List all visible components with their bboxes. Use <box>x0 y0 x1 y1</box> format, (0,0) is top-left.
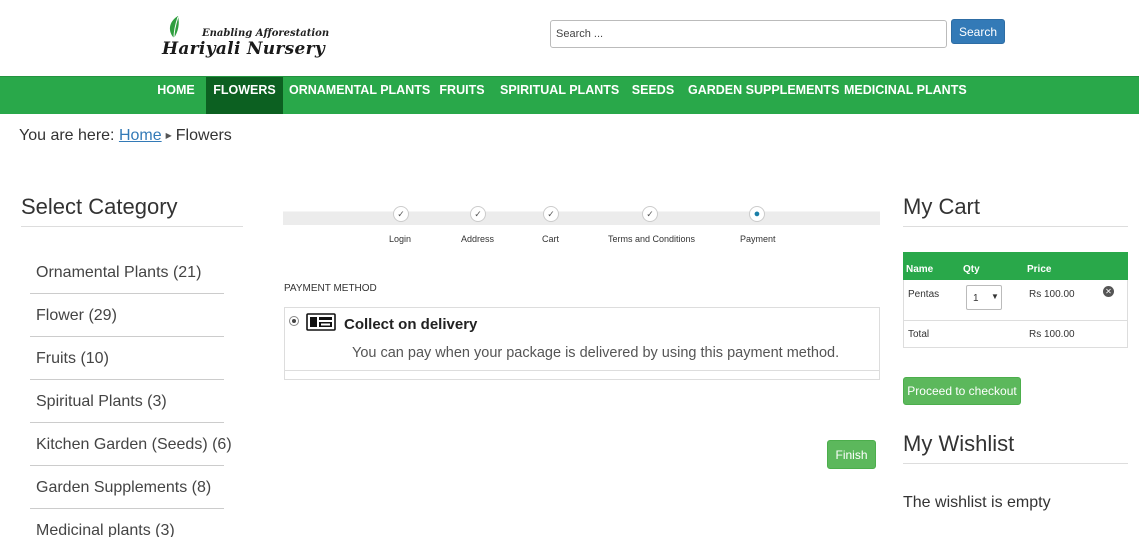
step-label-terms[interactable]: Terms and Conditions <box>608 234 695 244</box>
category-item-ornamental-plants[interactable]: Ornamental Plants (21) <box>30 251 224 294</box>
logo-tagline: Enabling Afforestation <box>202 28 330 39</box>
cart-col-price: Price <box>1027 264 1052 275</box>
breadcrumb-current: Flowers <box>175 127 232 144</box>
nav-item-garden-supplements[interactable]: GARDEN SUPPLEMENTS <box>688 77 839 114</box>
nav-item-spiritual-plants[interactable]: SPIRITUAL PLANTS <box>500 77 619 114</box>
breadcrumb-prefix: You are here: <box>19 127 115 144</box>
payment-option-radio[interactable] <box>289 316 299 326</box>
cart-item-price: Rs 100.00 <box>1029 289 1075 300</box>
breadcrumb-home-link[interactable]: Home <box>119 127 162 144</box>
nav-item-seeds[interactable]: SEEDS <box>627 77 679 114</box>
category-title-divider <box>21 226 243 227</box>
cart-qty-select[interactable]: 1 ▼ <box>966 285 1002 310</box>
cart-col-qty: Qty <box>963 264 980 275</box>
breadcrumb: You are here: Home ▶ Flowers <box>19 127 232 145</box>
main-nav: HOME FLOWERS ORNAMENTAL PLANTS FRUITS SP… <box>0 76 1139 114</box>
payment-option-description: You can pay when your package is deliver… <box>352 345 840 361</box>
step-address-check-icon: ✓ <box>470 206 486 222</box>
payment-box-divider <box>285 370 879 371</box>
nav-item-home[interactable]: HOME <box>152 77 200 114</box>
category-item-medicinal-plants[interactable]: Medicinal plants (3) <box>30 509 224 537</box>
site-header: Enabling Afforestation Hariyali Nursery … <box>0 0 1139 76</box>
category-list: Ornamental Plants (21) Flower (29) Fruit… <box>30 251 232 537</box>
cash-on-delivery-icon <box>306 313 336 331</box>
nav-item-medicinal-plants[interactable]: MEDICINAL PLANTS <box>844 77 967 114</box>
logo-name: Hariyali Nursery <box>162 39 326 59</box>
nav-item-ornamental-plants[interactable]: ORNAMENTAL PLANTS <box>289 77 430 114</box>
category-item-garden-supplements[interactable]: Garden Supplements (8) <box>30 466 224 509</box>
finish-button[interactable]: Finish <box>827 440 876 469</box>
site-logo[interactable]: Enabling Afforestation Hariyali Nursery <box>160 14 329 66</box>
wishlist-empty-text: The wishlist is empty <box>903 494 1051 511</box>
cart-title: My Cart <box>903 194 980 219</box>
cart-col-name: Name <box>906 264 934 275</box>
search-button[interactable]: Search <box>951 19 1005 44</box>
proceed-to-checkout-button[interactable]: Proceed to checkout <box>903 377 1021 405</box>
cart-total-divider <box>904 320 1127 321</box>
step-label-payment: Payment <box>740 234 776 244</box>
nav-item-fruits[interactable]: FRUITS <box>434 77 490 114</box>
cart-table-header: Name Qty Price <box>903 252 1128 280</box>
category-item-spiritual-plants[interactable]: Spiritual Plants (3) <box>30 380 224 423</box>
search-input[interactable] <box>550 20 947 48</box>
step-label-cart[interactable]: Cart <box>542 234 559 244</box>
nav-item-flowers[interactable]: FLOWERS <box>206 77 283 114</box>
step-label-address[interactable]: Address <box>461 234 494 244</box>
wishlist-title-divider <box>903 463 1128 464</box>
cart-qty-value: 1 <box>973 293 979 304</box>
breadcrumb-separator-icon: ▶ <box>165 131 172 140</box>
payment-option-title[interactable]: Collect on delivery <box>344 316 477 333</box>
category-item-flower[interactable]: Flower (29) <box>30 294 224 337</box>
checkout-steps-track <box>283 211 880 225</box>
remove-item-icon[interactable]: ✕ <box>1103 286 1114 297</box>
chevron-down-icon: ▼ <box>991 292 999 301</box>
wishlist-title: My Wishlist <box>903 431 1015 456</box>
step-payment-current-icon: ● <box>749 206 765 222</box>
category-title: Select Category <box>21 194 178 219</box>
cart-total-value: Rs 100.00 <box>1029 329 1075 340</box>
step-label-login[interactable]: Login <box>389 234 411 244</box>
payment-method-heading: PAYMENT METHOD <box>284 283 377 294</box>
cart-table-body: Pentas 1 ▼ Rs 100.00 ✕ Total Rs 100.00 <box>903 280 1128 348</box>
step-cart-check-icon: ✓ <box>543 206 559 222</box>
step-terms-check-icon: ✓ <box>642 206 658 222</box>
cart-item-name: Pentas <box>908 289 940 300</box>
payment-method-box: Collect on delivery You can pay when you… <box>284 307 880 380</box>
cart-title-divider <box>903 226 1128 227</box>
leaf-icon <box>169 16 179 39</box>
category-item-fruits[interactable]: Fruits (10) <box>30 337 224 380</box>
cart-total-label: Total <box>908 329 930 340</box>
step-login-check-icon: ✓ <box>393 206 409 222</box>
category-item-kitchen-garden[interactable]: Kitchen Garden (Seeds) (6) <box>30 423 232 466</box>
